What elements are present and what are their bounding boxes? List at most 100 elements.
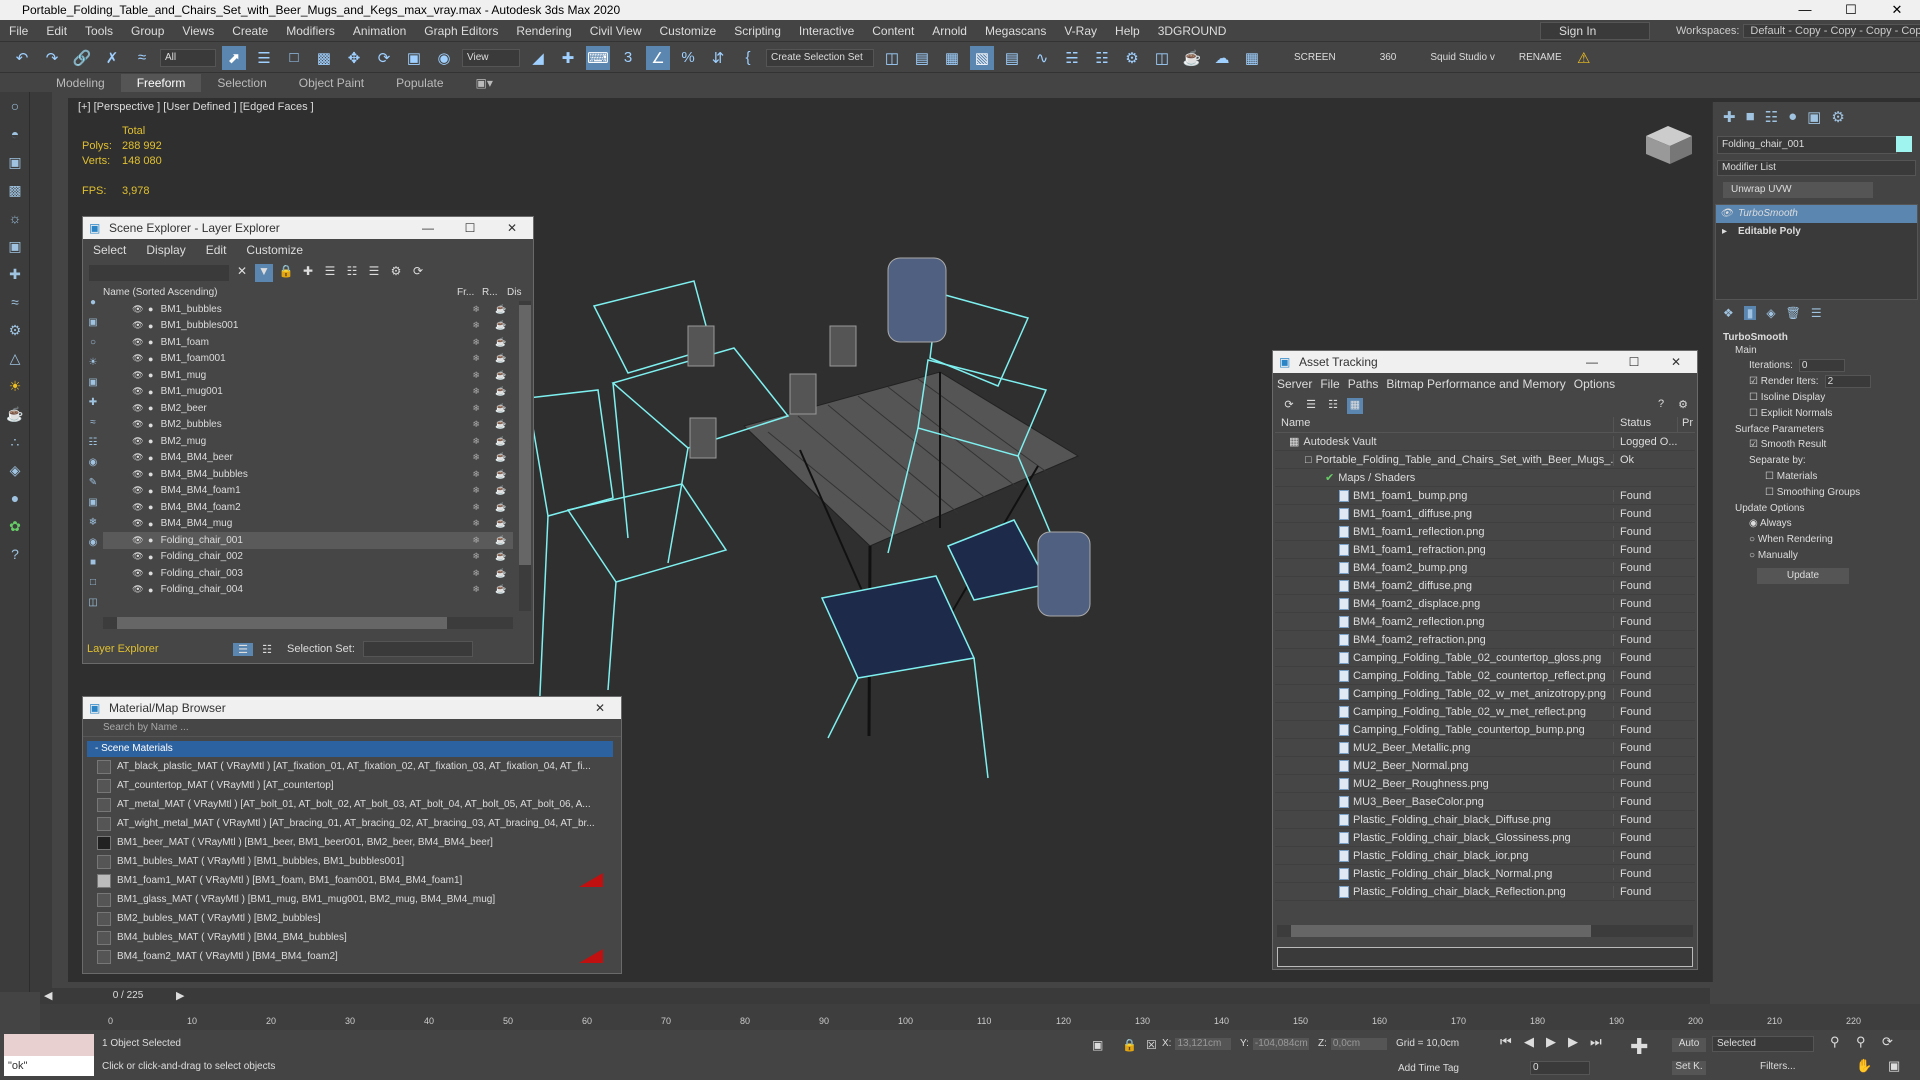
se-spacewarps-icon[interactable]: ≈ [85, 417, 101, 437]
eye-icon[interactable]: 👁 [131, 386, 145, 397]
at-close-button[interactable]: ✕ [1655, 355, 1697, 369]
manually-radio[interactable]: ○ [1749, 550, 1758, 561]
teapot-icon[interactable]: ☕ [488, 502, 513, 513]
list-item[interactable]: 👁 ● BM4_BM4_foam1 ❄ ☕ [103, 483, 513, 500]
tab-object-paint[interactable]: Object Paint [283, 74, 380, 92]
se-all-icon[interactable]: ■ [85, 557, 101, 577]
menu-group[interactable]: Group [122, 24, 173, 38]
list-item[interactable]: Plastic_Folding_chair_black_Diffuse.png F… [1275, 811, 1695, 829]
list-item[interactable]: Plastic_Folding_chair_black_Glossiness.p… [1275, 829, 1695, 847]
bind-spacewarp-icon[interactable]: ≈ [130, 46, 154, 70]
menu-rendering[interactable]: Rendering [507, 24, 580, 38]
render-dot-icon[interactable]: ● [145, 321, 157, 331]
eye-icon[interactable]: 👁 [131, 502, 145, 513]
layers-toggle-icon[interactable]: ☰ [233, 642, 253, 656]
go-to-start-icon[interactable]: ⏮ [1500, 1034, 1512, 1050]
reference-coord-dropdown[interactable]: View [462, 48, 520, 67]
teapot-icon[interactable]: ☕ [488, 386, 513, 397]
list-item[interactable]: Plastic_Folding_chair_black_Reflection.p… [1275, 883, 1695, 901]
eye-icon[interactable]: 👁 [131, 518, 145, 529]
set-key-button[interactable]: Set K. [1672, 1061, 1706, 1075]
list-item[interactable]: BM4_foam2_refraction.png Found [1275, 631, 1695, 649]
object-name-input[interactable]: Folding_chair_001 [1717, 136, 1897, 154]
eye-icon[interactable]: 👁 [1720, 205, 1733, 223]
stack-item-editable-poly[interactable]: ▸ Editable Poly [1716, 223, 1917, 241]
360-button[interactable]: 360 [1376, 52, 1401, 63]
at-maximize-button[interactable]: ☐ [1613, 355, 1655, 369]
list-item[interactable]: BM1_bubles_MAT ( VRayMtl ) [BM1_bubbles,… [97, 852, 607, 871]
at-refresh-icon[interactable]: ⟳ [1281, 398, 1297, 414]
freeze-icon[interactable]: ❄ [464, 568, 489, 579]
globe-icon[interactable]: ● [0, 484, 30, 512]
hierarchy-toggle-icon[interactable]: ☷ [257, 643, 277, 656]
render-dot-icon[interactable]: ● [145, 337, 157, 347]
list-item[interactable]: 👁 ● BM2_bubbles ❄ ☕ [103, 417, 513, 434]
place-icon[interactable]: ◉ [432, 46, 456, 70]
render-dot-icon[interactable]: ● [145, 552, 157, 562]
align-icon[interactable]: ▤ [910, 46, 934, 70]
eye-icon[interactable]: 👁 [131, 452, 145, 463]
stack-item-turbosmooth[interactable]: 👁 TurboSmooth [1716, 205, 1917, 223]
render-dot-icon[interactable]: ● [145, 420, 157, 430]
scene-explorer-titlebar[interactable]: ▣ Scene Explorer - Layer Explorer — ☐ ✕ [83, 217, 533, 239]
eye-icon[interactable]: 👁 [131, 419, 145, 430]
eye-icon[interactable]: 👁 [131, 485, 145, 496]
mb-close-button[interactable]: ✕ [579, 701, 621, 715]
se-minimize-button[interactable]: — [407, 221, 449, 235]
eye-icon[interactable]: 👁 [131, 535, 145, 546]
when-rendering-radio[interactable]: ○ [1749, 534, 1758, 545]
object-color-swatch[interactable] [1896, 136, 1912, 152]
se-col-display[interactable]: Dis [507, 285, 527, 301]
se-horizontal-scrollbar[interactable] [103, 617, 513, 629]
menu-file[interactable]: File [0, 24, 37, 38]
x-coord-input[interactable]: 13,121cm [1175, 1038, 1232, 1050]
freeze-icon[interactable]: ❄ [464, 502, 489, 513]
se-layers-icon[interactable]: ☰ [321, 264, 339, 282]
at-tree-icon[interactable]: ▦ [1347, 398, 1363, 414]
material-editor-icon[interactable]: ☷ [1090, 46, 1114, 70]
render-dot-icon[interactable]: ● [145, 453, 157, 463]
list-item[interactable]: MU2_Beer_Normal.png Found [1275, 757, 1695, 775]
menu-customize[interactable]: Customize [651, 24, 726, 38]
list-item[interactable]: MU3_Beer_BaseColor.png Found [1275, 793, 1695, 811]
leaf-icon[interactable]: ✿ [0, 512, 30, 540]
scene-file-row[interactable]: □ Portable_Folding_Table_and_Chairs_Set_w… [1275, 451, 1695, 469]
camera-icon[interactable]: ▣ [0, 232, 30, 260]
create-selection-set-dropdown[interactable]: Create Selection Set [766, 48, 874, 67]
expand-arrow-icon[interactable]: ▸ [1722, 223, 1727, 241]
eye-icon[interactable]: 👁 [131, 353, 145, 364]
teapot-icon[interactable]: ☕ [488, 469, 513, 480]
freeze-icon[interactable]: ❄ [464, 518, 489, 529]
menu-arnold[interactable]: Arnold [923, 24, 976, 38]
se-frozen-icon[interactable]: ❄ [85, 517, 101, 537]
list-item[interactable]: 👁 ● BM4_BM4_beer ❄ ☕ [103, 450, 513, 467]
close-button[interactable]: ✕ [1874, 2, 1920, 18]
select-by-name-icon[interactable]: ☰ [252, 46, 276, 70]
unlink-icon[interactable]: ✗ [100, 46, 124, 70]
compound-icon[interactable]: ◈ [0, 456, 30, 484]
link-icon[interactable]: 🔗 [70, 46, 94, 70]
render-online-icon[interactable]: ☁ [1210, 46, 1234, 70]
menu-interactive[interactable]: Interactive [790, 24, 863, 38]
list-item[interactable]: AT_metal_MAT ( VRayMtl ) [AT_bolt_01, AT… [97, 795, 607, 814]
list-item[interactable]: BM1_glass_MAT ( VRayMtl ) [BM1_mug, BM1_… [97, 890, 607, 909]
eye-icon[interactable]: 👁 [131, 584, 145, 595]
se-stack-icon[interactable]: ☰ [365, 264, 383, 282]
list-item[interactable]: 👁 ● BM1_bubbles ❄ ☕ [103, 301, 513, 318]
freeze-icon[interactable]: ❄ [464, 584, 489, 595]
at-help-icon[interactable]: ? [1653, 398, 1669, 414]
list-item[interactable]: 👁 ● BM4_BM4_foam2 ❄ ☕ [103, 499, 513, 516]
se-helpers-icon[interactable]: ✚ [85, 397, 101, 417]
render-dot-icon[interactable]: ● [145, 354, 157, 364]
at-col-status[interactable]: Status [1613, 417, 1677, 432]
se-menu-customize[interactable]: Customize [236, 243, 313, 257]
se-groups-icon[interactable]: ☷ [85, 437, 101, 457]
render-dot-icon[interactable]: ● [145, 387, 157, 397]
list-item[interactable]: 👁 ● BM1_mug ❄ ☕ [103, 367, 513, 384]
teapot-icon[interactable]: ☕ [488, 337, 513, 348]
toggle-scene-explorer-icon[interactable]: ▧ [970, 45, 994, 70]
se-sync-icon[interactable]: ⟳ [409, 264, 427, 282]
teapot-icon[interactable]: ☕ [488, 304, 513, 315]
menu-help[interactable]: Help [1106, 24, 1149, 38]
se-clear-icon[interactable]: ✕ [233, 264, 251, 282]
